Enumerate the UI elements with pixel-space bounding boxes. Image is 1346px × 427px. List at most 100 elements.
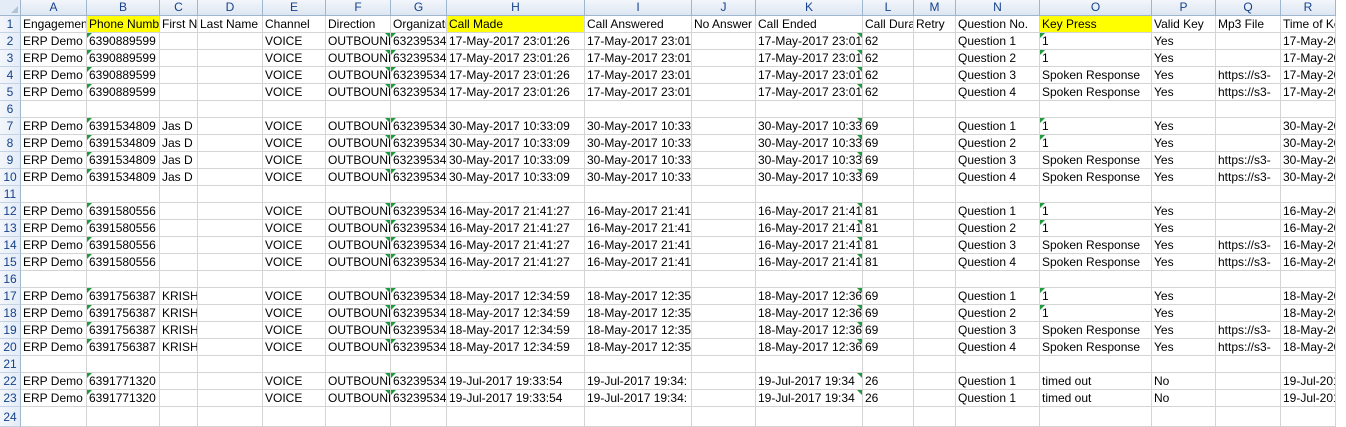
table-cell[interactable]: 6391580556 [87,237,160,254]
table-cell[interactable]: Spoken Response [1040,322,1152,339]
table-cell[interactable] [447,186,585,203]
table-cell[interactable]: Yes [1152,339,1216,356]
table-cell[interactable]: 63239534 [391,135,447,152]
table-cell[interactable]: ERP Demo [21,339,87,356]
table-cell[interactable]: 62 [863,50,914,67]
table-cell[interactable]: VOICE [263,33,326,50]
table-cell[interactable] [87,101,160,118]
table-cell[interactable]: Yes [1152,203,1216,220]
column-header-k[interactable]: K [756,0,863,16]
table-cell[interactable]: KRISH [160,288,198,305]
row-header-1[interactable]: 1 [0,16,21,33]
row-header-19[interactable]: 19 [0,322,21,339]
table-cell[interactable]: 69 [863,305,914,322]
table-cell[interactable] [914,33,956,50]
table-cell[interactable]: Yes [1152,305,1216,322]
table-cell[interactable] [263,407,326,427]
table-cell[interactable]: VOICE [263,118,326,135]
table-cell[interactable]: 16-May-2017 21:41 [585,220,692,237]
table-cell[interactable]: OUTBOUND [326,305,391,322]
table-cell[interactable] [198,356,263,373]
table-cell[interactable]: Spoken Response [1040,237,1152,254]
table-cell[interactable] [198,305,263,322]
table-cell[interactable]: 18-May-2017 [1281,322,1336,339]
table-cell[interactable] [914,356,956,373]
header-cell-m[interactable]: Retry [914,16,956,33]
table-cell[interactable] [863,407,914,427]
table-cell[interactable] [447,271,585,288]
table-cell[interactable] [1216,356,1281,373]
table-cell[interactable] [447,101,585,118]
table-cell[interactable]: Question 1 [956,203,1040,220]
table-cell[interactable]: ERP Demo [21,373,87,390]
table-cell[interactable]: VOICE [263,373,326,390]
table-cell[interactable]: 17-May-2017 23:01 [756,84,863,101]
table-cell[interactable]: 19-Jul-2017 19:34 [756,390,863,407]
table-cell[interactable]: Yes [1152,237,1216,254]
table-cell[interactable] [914,339,956,356]
row-header-8[interactable]: 8 [0,135,21,152]
table-cell[interactable] [692,288,756,305]
table-cell[interactable]: OUTBOUND [326,237,391,254]
table-cell[interactable] [914,220,956,237]
table-cell[interactable] [692,390,756,407]
table-cell[interactable]: Yes [1152,220,1216,237]
table-cell[interactable]: 16-May-2017 21:41:27 [447,254,585,271]
table-cell[interactable]: Question 2 [956,50,1040,67]
table-cell[interactable]: Yes [1152,169,1216,186]
table-cell[interactable]: 63239534 [391,322,447,339]
table-cell[interactable] [198,373,263,390]
table-cell[interactable]: 16-May-2017 21:41:27 [447,220,585,237]
table-cell[interactable] [1281,186,1336,203]
column-header-b[interactable]: B [87,0,160,16]
table-cell[interactable] [447,407,585,427]
table-cell[interactable]: 6391534809 [87,152,160,169]
table-cell[interactable]: 6391580556 [87,254,160,271]
table-cell[interactable]: https://s3- [1216,67,1281,84]
table-cell[interactable]: KRISH [160,339,198,356]
table-cell[interactable]: Yes [1152,67,1216,84]
table-cell[interactable] [956,356,1040,373]
table-cell[interactable] [956,271,1040,288]
table-cell[interactable] [198,271,263,288]
column-header-g[interactable]: G [391,0,447,16]
table-cell[interactable] [692,135,756,152]
table-cell[interactable] [914,322,956,339]
table-cell[interactable] [692,50,756,67]
table-cell[interactable] [863,271,914,288]
table-cell[interactable]: 16-May-2017 21:41:27 [447,203,585,220]
table-cell[interactable]: OUTBOUND [326,339,391,356]
table-cell[interactable]: Question 3 [956,322,1040,339]
table-cell[interactable]: Question 1 [956,288,1040,305]
table-cell[interactable]: 69 [863,169,914,186]
table-cell[interactable]: Yes [1152,118,1216,135]
header-cell-i[interactable]: Call Answered [585,16,692,33]
table-cell[interactable]: 1 [1040,203,1152,220]
table-cell[interactable] [863,101,914,118]
table-cell[interactable]: OUTBOUND [326,254,391,271]
table-cell[interactable]: 6391756387 [87,305,160,322]
table-cell[interactable]: 63239534 [391,288,447,305]
table-cell[interactable]: 30-May-2017 [1281,152,1336,169]
table-cell[interactable] [692,373,756,390]
table-cell[interactable] [198,84,263,101]
table-cell[interactable] [692,152,756,169]
table-cell[interactable] [198,254,263,271]
table-cell[interactable] [160,356,198,373]
table-cell[interactable]: VOICE [263,339,326,356]
table-cell[interactable]: VOICE [263,67,326,84]
table-cell[interactable]: 6390889599 [87,33,160,50]
table-cell[interactable]: 26 [863,390,914,407]
table-cell[interactable]: ERP Demo [21,84,87,101]
table-cell[interactable]: 63239534 [391,390,447,407]
table-cell[interactable] [198,322,263,339]
table-cell[interactable] [692,33,756,50]
table-cell[interactable] [914,237,956,254]
table-cell[interactable]: 63239534 [391,152,447,169]
table-cell[interactable] [1216,220,1281,237]
table-cell[interactable]: 19-Jul-2017 19:33:54 [447,373,585,390]
table-cell[interactable]: Jas D [160,135,198,152]
table-cell[interactable] [692,254,756,271]
table-cell[interactable]: 16-May-2017 21:41 [585,237,692,254]
table-cell[interactable]: https://s3- [1216,339,1281,356]
